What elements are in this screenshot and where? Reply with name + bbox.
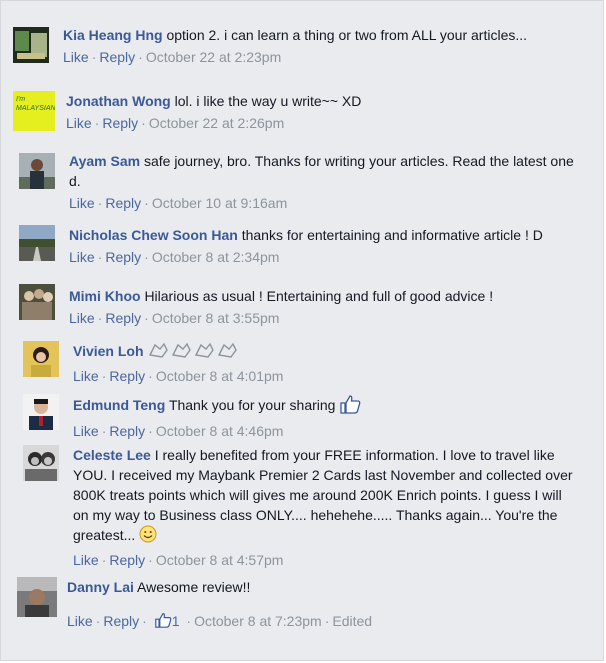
comment-timestamp[interactable]: October 10 at 9:16am	[152, 195, 287, 211]
comment-author[interactable]: Celeste Lee	[73, 447, 151, 463]
comment-text: option 2. i can learn a thing or two fro…	[166, 27, 528, 43]
comment-text: lol. i like the way u write~~ XD	[174, 93, 362, 109]
avatar[interactable]	[19, 284, 55, 320]
comment-author[interactable]: Mimi Khoo	[69, 288, 141, 304]
comment-author[interactable]: Vivien Loh	[73, 343, 144, 359]
like-count-value: 1	[171, 613, 180, 629]
clapping-hands-icon	[147, 341, 239, 364]
avatar[interactable]: I'm MALAYSIAN	[13, 91, 55, 131]
comment-text-line: YOU. I received my Maybank Premier 2 Car…	[73, 467, 573, 483]
avatar[interactable]	[23, 445, 59, 481]
comment-author[interactable]: Jonathan Wong	[66, 93, 171, 109]
like-link[interactable]: Like	[63, 49, 89, 65]
comment-timestamp[interactable]: October 22 at 2:23pm	[146, 49, 281, 65]
comment-text: safe journey, bro. Thanks for writing yo…	[143, 153, 574, 169]
comment-text: thanks for entertaining and informative …	[241, 227, 543, 243]
reply-link[interactable]: Reply	[99, 49, 135, 65]
comment-text-line: 800K treats points which will gives me a…	[73, 487, 562, 503]
comment-timestamp[interactable]: October 22 at 2:26pm	[149, 115, 284, 131]
thumbs-up-icon	[154, 612, 172, 633]
avatar[interactable]	[19, 153, 55, 189]
reply-link[interactable]: Reply	[109, 552, 145, 568]
comment-timestamp[interactable]: October 8 at 2:34pm	[152, 249, 280, 265]
thumbs-up-icon	[339, 394, 361, 419]
like-link[interactable]: Like	[66, 115, 92, 131]
comment-author[interactable]: Edmund Teng	[73, 397, 165, 413]
avatar[interactable]	[23, 394, 59, 430]
like-link[interactable]: Like	[73, 552, 99, 568]
reply-link[interactable]: Reply	[109, 368, 145, 384]
reply-link[interactable]: Reply	[105, 195, 141, 211]
like-link[interactable]: Like	[73, 423, 99, 439]
comment-text-line: on my way to Business class ONLY.... heh…	[73, 507, 558, 523]
comment-text: Hilarious as usual ! Entertaining and fu…	[144, 288, 494, 304]
comment-text: Awesome review!!	[137, 579, 251, 595]
like-link[interactable]: Like	[73, 368, 99, 384]
avatar-text: I'm MALAYSIAN	[16, 96, 55, 112]
comment-text: Thank you for your sharing	[168, 397, 336, 414]
like-count[interactable]: 1	[150, 612, 184, 629]
comment-text-continued: d.	[69, 173, 81, 189]
comment-timestamp[interactable]: October 8 at 7:23pm	[194, 613, 322, 629]
comment-author[interactable]: Danny Lai	[67, 579, 134, 595]
avatar[interactable]	[19, 225, 55, 261]
comment-timestamp[interactable]: October 8 at 4:46pm	[156, 423, 284, 439]
comment-author[interactable]: Ayam Sam	[69, 153, 140, 169]
avatar[interactable]	[17, 577, 57, 617]
comment-text: I really benefited from your FREE inform…	[154, 447, 555, 463]
comment-timestamp[interactable]: October 8 at 3:55pm	[152, 310, 280, 326]
comments-panel: Kia Heang Hng option 2. i can learn a th…	[0, 0, 604, 661]
comment-timestamp[interactable]: October 8 at 4:57pm	[156, 552, 284, 568]
avatar[interactable]	[23, 341, 59, 377]
comment-text-line: greatest...	[73, 527, 136, 544]
reply-link[interactable]: Reply	[109, 423, 145, 439]
edited-label[interactable]: Edited	[332, 613, 372, 629]
like-link[interactable]: Like	[69, 249, 95, 265]
reply-link[interactable]: Reply	[103, 613, 139, 629]
smile-icon	[139, 525, 157, 548]
avatar[interactable]	[13, 27, 49, 63]
reply-link[interactable]: Reply	[105, 249, 141, 265]
reply-link[interactable]: Reply	[102, 115, 138, 131]
like-link[interactable]: Like	[69, 195, 95, 211]
comment-author[interactable]: Nicholas Chew Soon Han	[69, 227, 238, 243]
comment-timestamp[interactable]: October 8 at 4:01pm	[156, 368, 284, 384]
like-link[interactable]: Like	[67, 613, 93, 629]
like-link[interactable]: Like	[69, 310, 95, 326]
reply-link[interactable]: Reply	[105, 310, 141, 326]
comment-author[interactable]: Kia Heang Hng	[63, 27, 163, 43]
